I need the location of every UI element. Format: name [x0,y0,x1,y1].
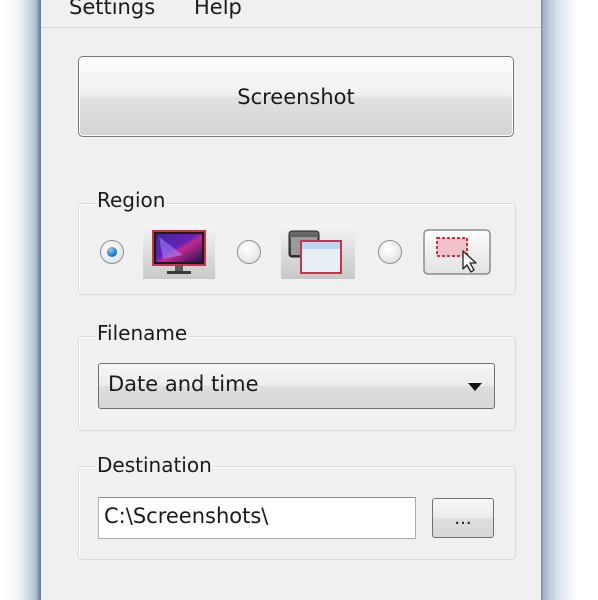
filename-label: Filename [96,321,189,345]
app-window: Settings Help Screenshot Region Filename… [41,0,541,600]
region-label: Region [96,188,167,212]
menu-bar: Settings Help [41,0,541,28]
browse-button[interactable]: ... [432,498,494,538]
menu-settings[interactable]: Settings [69,0,155,19]
menu-help[interactable]: Help [194,0,242,19]
full-screen-icon[interactable] [143,225,215,279]
screenshot-button[interactable]: Screenshot [78,56,514,137]
radio-window[interactable] [237,240,261,264]
destination-label: Destination [96,453,213,477]
destination-path-input[interactable]: C:\Screenshots\ [98,497,416,539]
screenshot-button-label: Screenshot [237,84,355,109]
bottom-cut-off-area [41,588,541,600]
filename-select-value: Date and time [108,372,259,396]
filename-select[interactable]: Date and time [98,363,495,409]
radio-selection-area[interactable] [378,240,402,264]
window-icon[interactable] [281,225,355,279]
radio-full-screen[interactable] [100,240,124,264]
window-frame-left [0,0,41,600]
chevron-down-icon [468,383,482,391]
window-frame-right [541,0,598,600]
selection-area-icon[interactable] [423,229,491,275]
browse-button-label: ... [454,507,472,529]
